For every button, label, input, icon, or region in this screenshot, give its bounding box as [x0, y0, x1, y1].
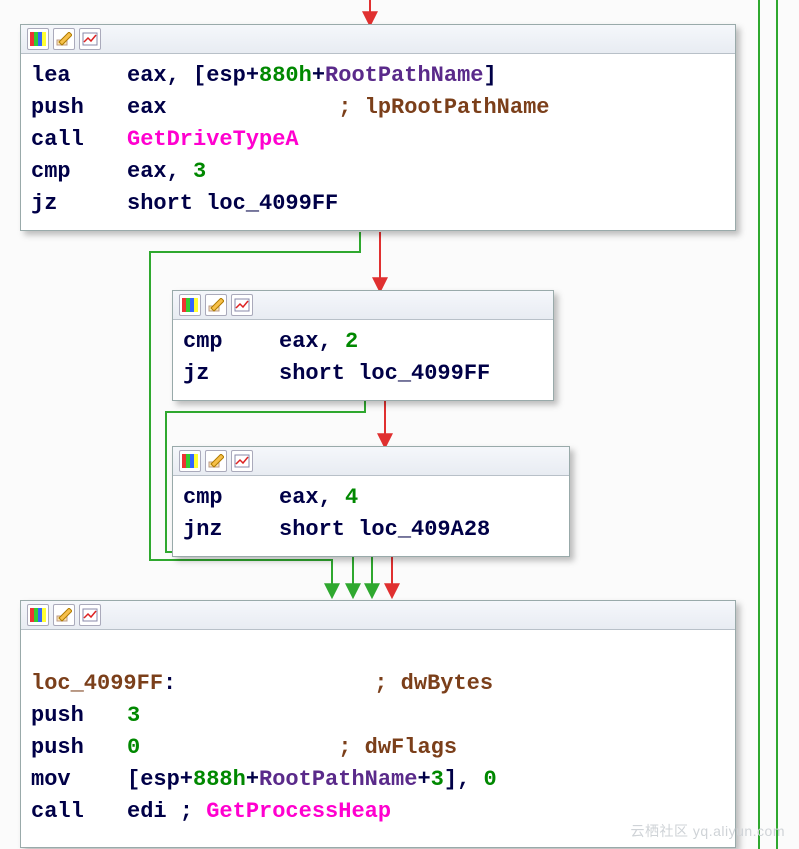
graph-icon[interactable] [231, 294, 253, 316]
edit-icon[interactable] [205, 294, 227, 316]
color-bars-icon[interactable] [27, 604, 49, 626]
color-bars-icon[interactable] [179, 450, 201, 472]
node-titlebar [173, 291, 553, 320]
node-body: loc_4099FF: ; dwBytes push3 push0 ; dwFl… [21, 630, 735, 838]
node-body: leaeax, [esp+880h+RootPathName] pusheax … [21, 54, 735, 230]
node-body: cmpeax, 2 jzshort loc_4099FF [173, 320, 553, 400]
node-titlebar [21, 25, 735, 54]
graph-canvas[interactable]: leaeax, [esp+880h+RootPathName] pusheax … [0, 0, 799, 849]
color-bars-icon[interactable] [179, 294, 201, 316]
bb-node-0[interactable]: leaeax, [esp+880h+RootPathName] pusheax … [20, 24, 736, 231]
graph-icon[interactable] [79, 604, 101, 626]
node-titlebar [21, 601, 735, 630]
edit-icon[interactable] [205, 450, 227, 472]
node-body: cmpeax, 4 jnzshort loc_409A28 [173, 476, 569, 556]
bb-node-2[interactable]: cmpeax, 4 jnzshort loc_409A28 [172, 446, 570, 557]
graph-icon[interactable] [231, 450, 253, 472]
bb-node-3[interactable]: loc_4099FF: ; dwBytes push3 push0 ; dwFl… [20, 600, 736, 848]
edit-icon[interactable] [53, 28, 75, 50]
node-titlebar [173, 447, 569, 476]
bb-node-1[interactable]: cmpeax, 2 jzshort loc_4099FF [172, 290, 554, 401]
color-bars-icon[interactable] [27, 28, 49, 50]
graph-icon[interactable] [79, 28, 101, 50]
edit-icon[interactable] [53, 604, 75, 626]
